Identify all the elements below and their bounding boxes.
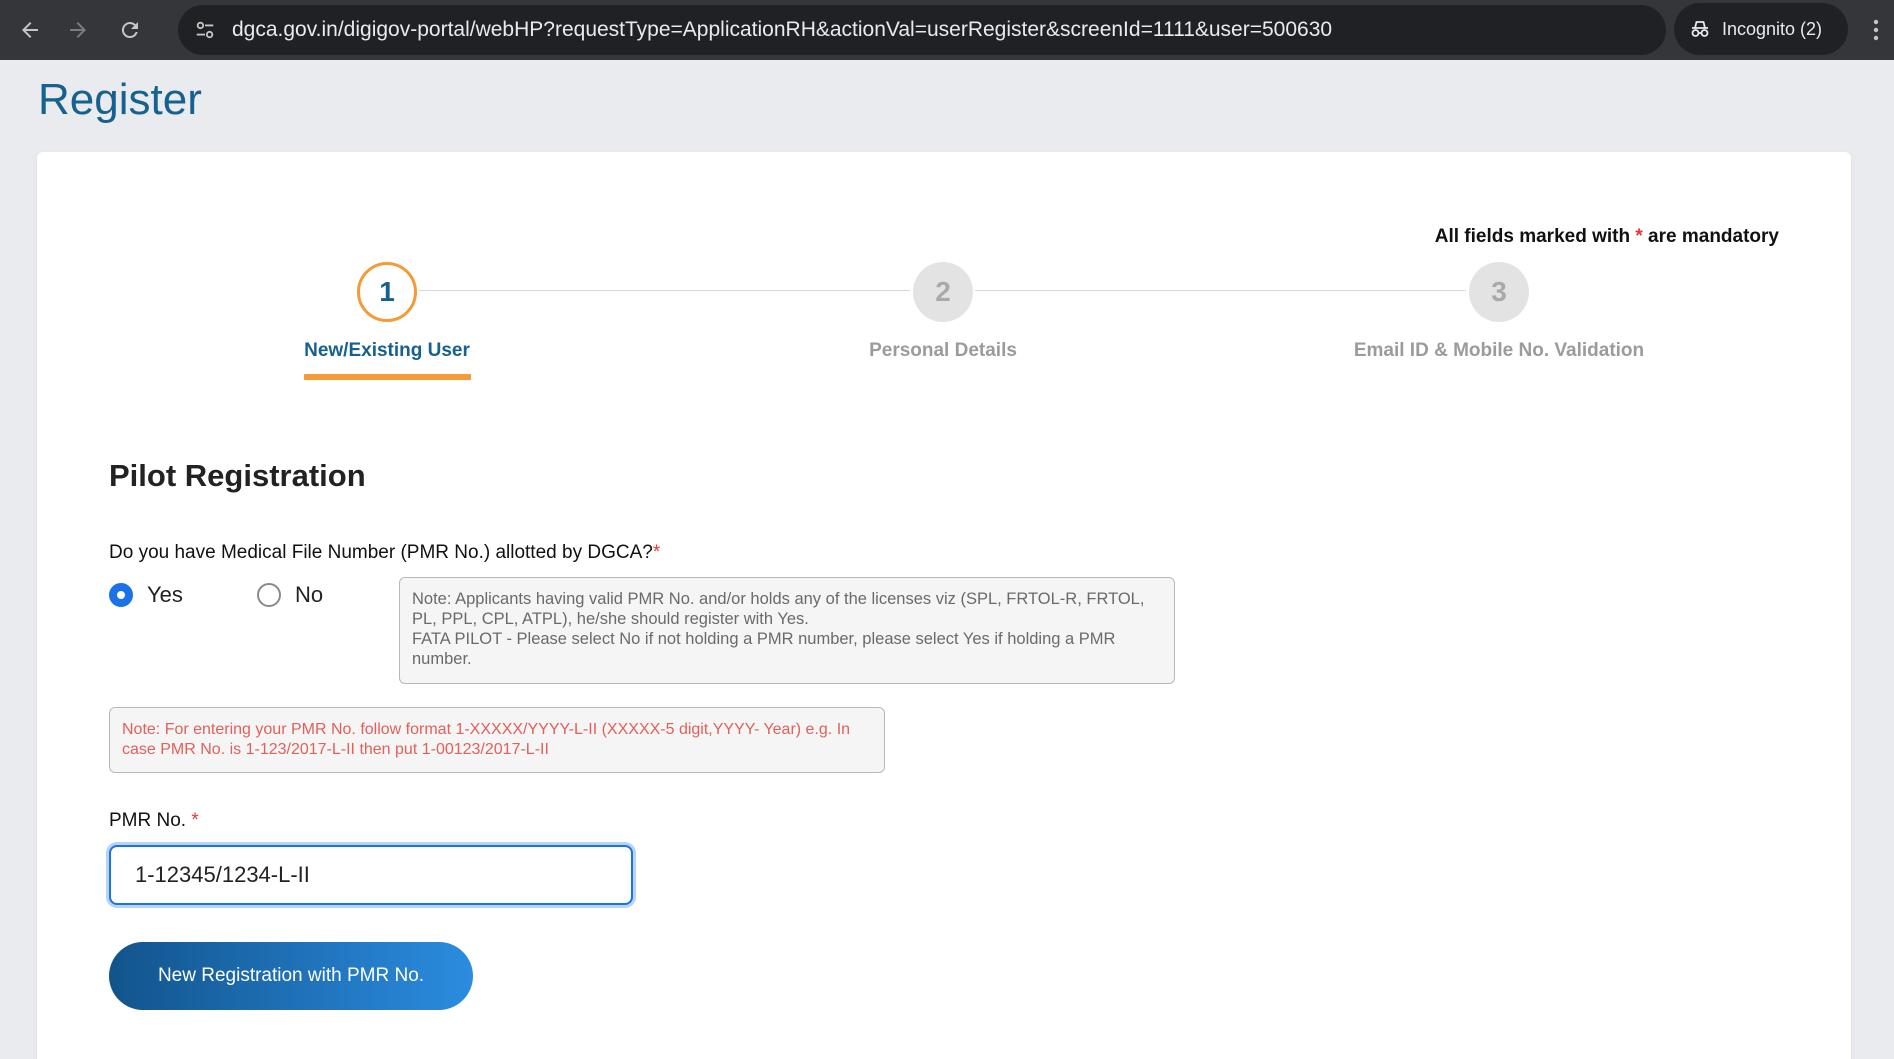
reload-button[interactable] [108,8,152,52]
step-label: Email ID & Mobile No. Validation [1353,340,1645,361]
back-arrow-icon [22,22,38,38]
more-menu-icon [1873,19,1879,41]
step-new-existing-user: 1 New/Existing User [187,262,587,362]
forward-button[interactable] [56,8,100,52]
radio-yes-label: Yes [147,582,183,607]
applicant-note-line2: FATA PILOT - Please select No if not hol… [412,630,1116,668]
forward-arrow-icon [70,22,86,38]
pmr-label-text: PMR No. [109,810,187,831]
radio-no-label: No [295,582,324,607]
new-registration-button[interactable]: New Registration with PMR No. [109,942,473,1010]
browser-toolbar: dgca.gov.in/digigov-portal/webHP?request… [0,0,1894,60]
radio-no-indicator[interactable] [257,583,281,607]
page-title: Register [38,75,202,124]
step-personal-details: 2 Personal Details [743,262,1143,362]
radio-yes-indicator[interactable] [109,583,133,607]
required-asterisk: * [191,810,199,831]
step-number: 1 [357,262,417,322]
incognito-icon [1691,21,1709,37]
incognito-indicator[interactable]: Incognito (2) [1674,3,1848,55]
section-title: Pilot Registration [109,458,366,493]
mandatory-asterisk: * [1635,226,1643,247]
step-number: 3 [1469,262,1529,322]
required-asterisk: * [652,542,661,563]
back-button[interactable] [8,8,52,52]
mandatory-prefix: All fields marked with [1434,226,1631,247]
step-label: New/Existing User [304,340,470,361]
pmr-question-text: Do you have Medical File Number (PMR No.… [109,542,653,563]
mandatory-suffix: are mandatory [1648,226,1779,247]
pmr-number-input[interactable] [109,845,633,905]
url-text[interactable]: dgca.gov.in/digigov-portal/webHP?request… [232,5,1332,55]
pmr-format-note: Note: For entering your PMR No. follow f… [109,707,885,773]
address-bar[interactable]: dgca.gov.in/digigov-portal/webHP?request… [178,5,1806,55]
registration-card: All fields marked with * are mandatory 1… [37,152,1851,1059]
step-email-mobile-validation: 3 Email ID & Mobile No. Validation [1299,262,1699,362]
pmr-question: Do you have Medical File Number (PMR No.… [109,542,660,564]
active-step-indicator [304,374,471,380]
reload-icon [121,22,138,39]
incognito-label: Incognito (2) [1722,18,1823,39]
step-label: Personal Details [869,340,1017,361]
step-number: 2 [913,262,973,322]
applicant-note-line1: Note: Applicants having valid PMR No. an… [412,590,1145,628]
pmr-label: PMR No. * [109,810,199,832]
radio-no[interactable]: No [257,582,323,608]
applicant-note: Note: Applicants having valid PMR No. an… [399,577,1175,684]
site-info-icon[interactable] [192,17,218,43]
radio-yes[interactable]: Yes [109,582,183,608]
more-menu-button[interactable] [1866,12,1886,48]
mandatory-note: All fields marked with * are mandatory [1435,226,1779,248]
